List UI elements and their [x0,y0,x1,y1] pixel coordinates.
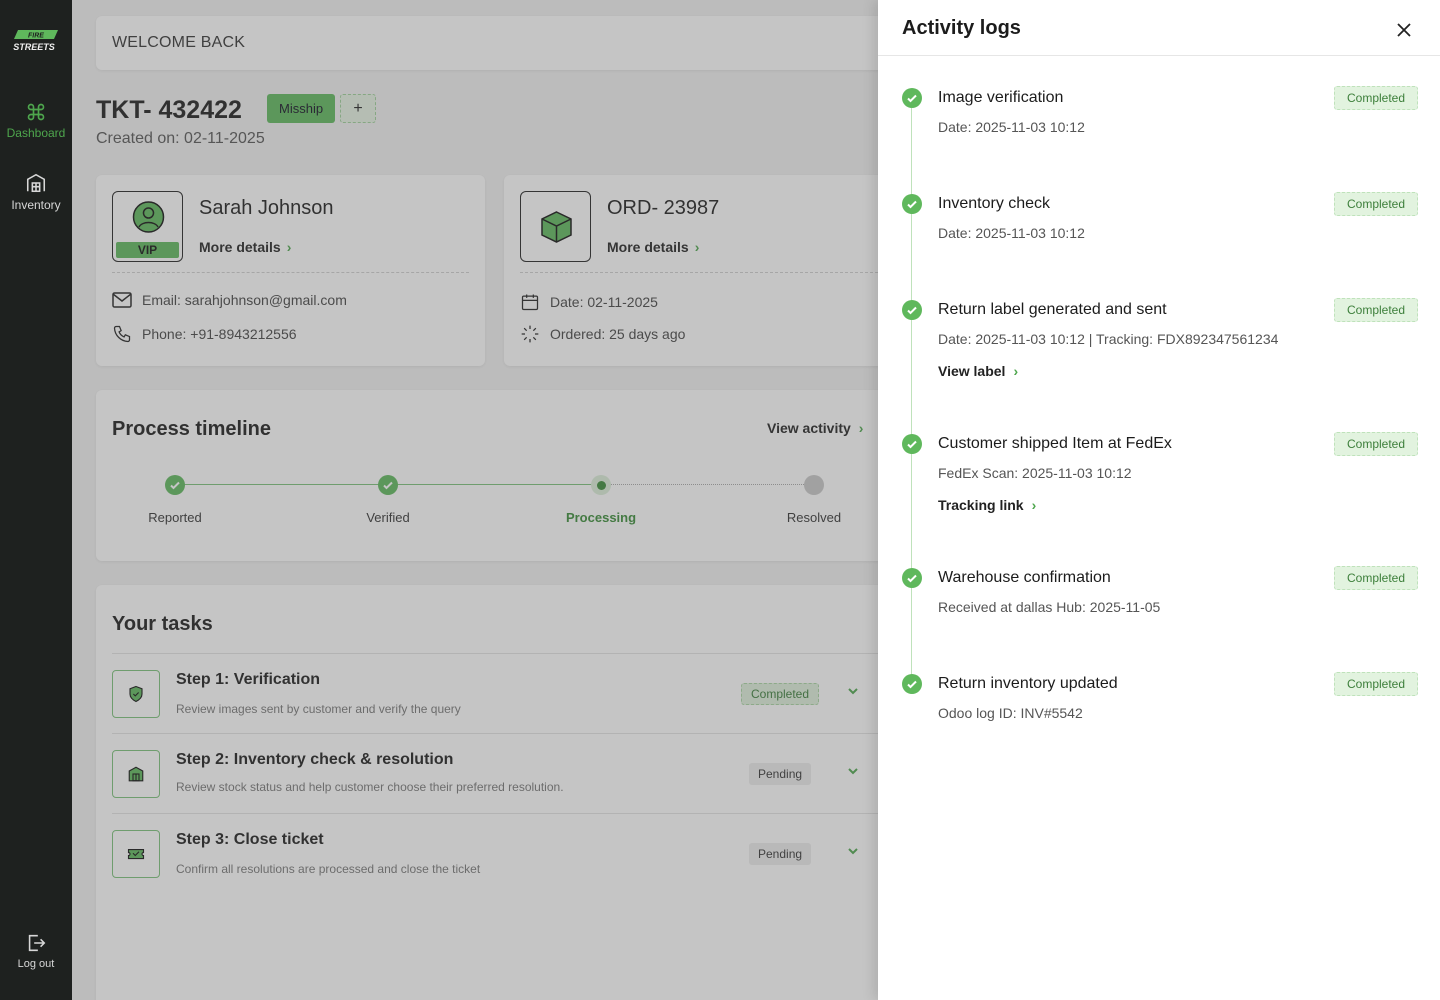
sidebar-item-label: Inventory [11,198,61,212]
log-status-dot [902,194,922,214]
log-title: Customer shipped Item at FedEx [938,435,1172,452]
svg-text:STREETS: STREETS [13,42,55,52]
sidebar-item-label: Dashboard [6,126,66,140]
log-status-dot [902,434,922,454]
close-icon [1397,23,1411,37]
log-meta: Date: 2025-11-03 10:12 [938,225,1085,241]
log-title: Return label generated and sent [938,301,1167,318]
log-meta: Received at dallas Hub: 2025-11-05 [938,599,1161,615]
log-meta: FedEx Scan: 2025-11-03 10:12 [938,465,1132,481]
status-badge: Completed [1334,298,1418,322]
log-status-dot [902,674,922,694]
sidebar-item-dashboard[interactable]: Dashboard [0,102,72,140]
command-icon [27,103,45,121]
chevron-right-icon: › [1013,363,1019,379]
check-icon [907,680,917,689]
log-status-dot [902,88,922,108]
svg-text:FIRE: FIRE [28,33,44,40]
view-label-link[interactable]: View label › [938,363,1018,379]
sidebar-item-inventory[interactable]: Inventory [0,172,72,212]
logout-label: Log out [17,958,55,970]
view-label-text: View label [938,363,1006,379]
tracking-link-text: Tracking link [938,497,1024,513]
chevron-right-icon: › [1031,497,1037,513]
status-badge: Completed [1334,566,1418,590]
drawer-title: Activity logs [902,17,1021,39]
log-meta: Odoo log ID: INV#5542 [938,705,1083,721]
activity-logs-drawer: Activity logs Image verification Date: 2… [878,0,1440,1000]
log-title: Image verification [938,89,1064,106]
check-icon [907,200,917,209]
check-icon [907,440,917,449]
log-status-dot [902,300,922,320]
status-badge: Completed [1334,672,1418,696]
log-meta: Date: 2025-11-03 10:12 [938,119,1085,135]
logout-icon [28,934,46,952]
log-status-dot [902,568,922,588]
log-title: Return inventory updated [938,675,1118,692]
sidebar: FIRE STREETS Dashboard Inventory Log out [0,0,72,1000]
status-badge: Completed [1334,192,1418,216]
status-badge: Completed [1334,86,1418,110]
status-badge: Completed [1334,432,1418,456]
check-icon [907,94,917,103]
close-button[interactable] [1392,18,1416,42]
log-meta: Date: 2025-11-03 10:12 | Tracking: FDX89… [938,331,1279,347]
log-title: Warehouse confirmation [938,569,1111,586]
check-icon [907,306,917,315]
warehouse-icon [26,173,46,193]
log-title: Inventory check [938,195,1051,212]
tracking-link[interactable]: Tracking link › [938,497,1036,513]
drawer-divider [878,55,1440,56]
brand-logo[interactable]: FIRE STREETS [12,28,60,54]
logout-button[interactable]: Log out [0,932,72,970]
check-icon [907,574,917,583]
